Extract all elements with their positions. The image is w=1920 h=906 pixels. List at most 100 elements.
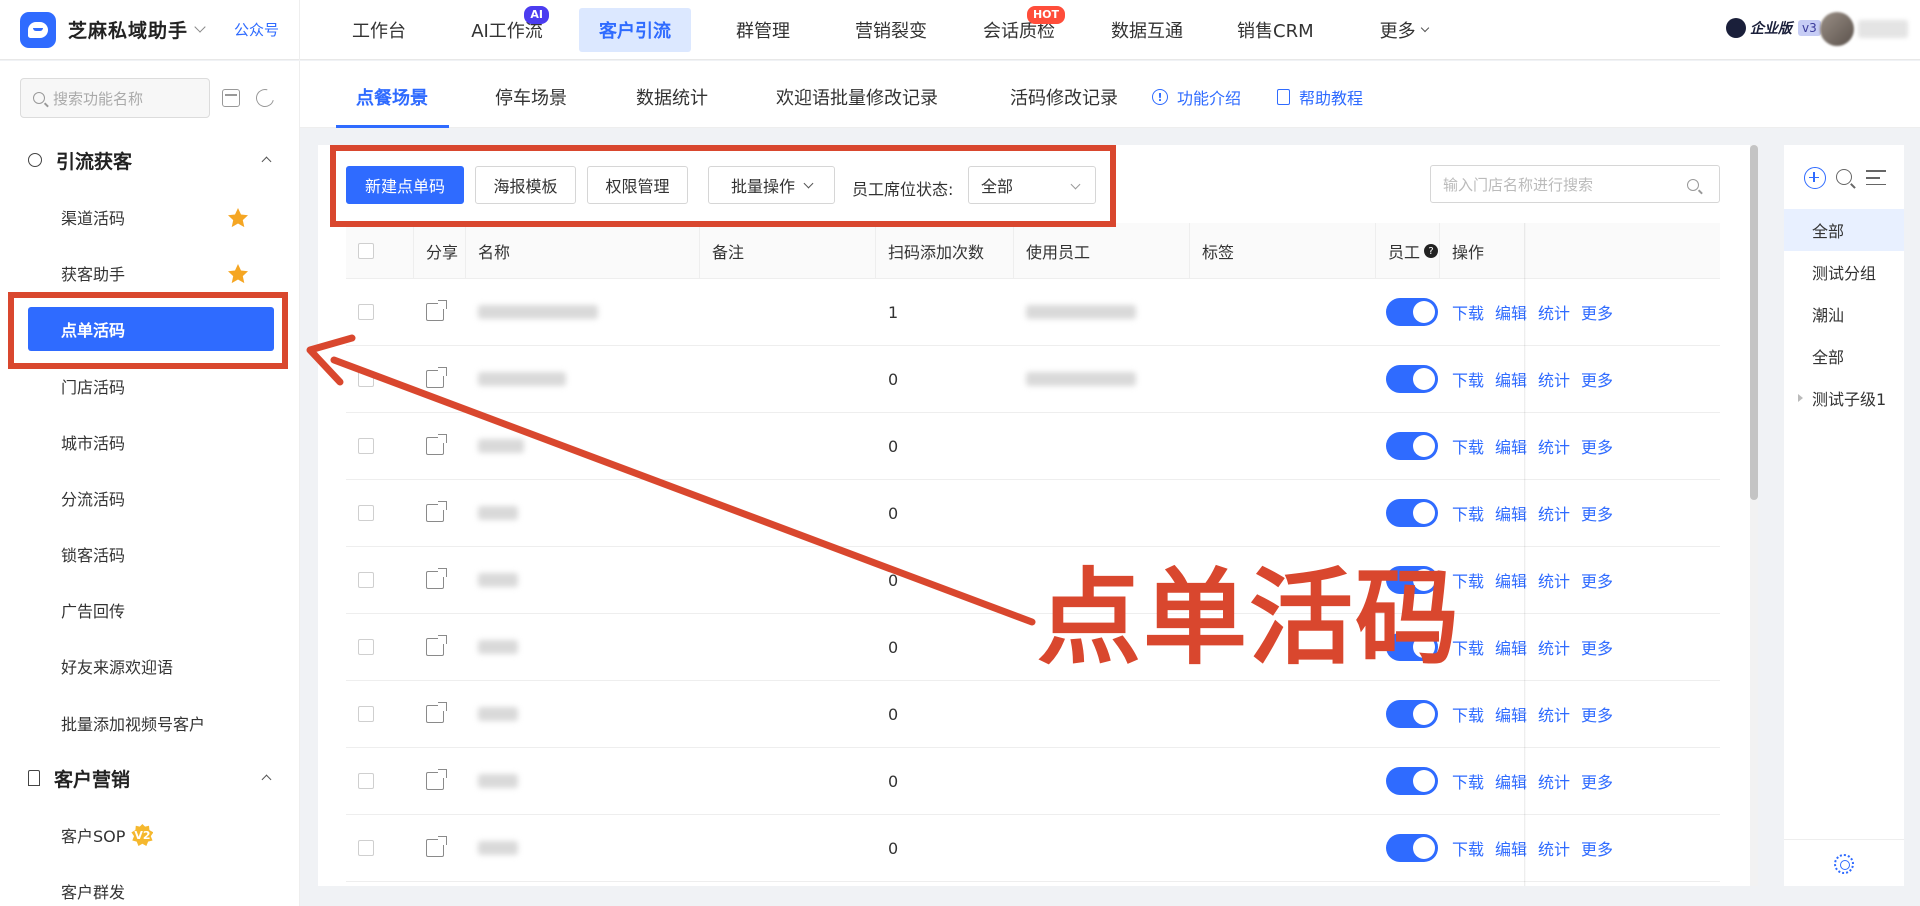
action-link-edit[interactable]: 编辑	[1495, 568, 1527, 592]
staff-toggle[interactable]	[1386, 365, 1438, 393]
action-link-download[interactable]: 下载	[1452, 501, 1484, 525]
group-item-test-child[interactable]: 测试子级1	[1784, 377, 1904, 419]
nav-ai-workflow[interactable]: AI工作流 AI	[451, 5, 563, 52]
action-link-edit[interactable]: 编辑	[1495, 300, 1527, 324]
help-icon[interactable]: ?	[1424, 244, 1439, 258]
group-item-all-2[interactable]: 全部	[1784, 335, 1904, 377]
action-link-download[interactable]: 下载	[1452, 836, 1484, 860]
nav-more[interactable]: 更多	[1348, 8, 1460, 52]
scrollbar-thumb[interactable]	[1750, 145, 1758, 500]
action-link-download[interactable]: 下载	[1452, 300, 1484, 324]
staff-toggle[interactable]	[1386, 700, 1438, 728]
star-icon[interactable]	[226, 262, 250, 286]
sidebar-item-customer-sop[interactable]: 客户SOP V2	[28, 813, 274, 857]
help-tutorial-link[interactable]: 帮助教程	[1277, 85, 1363, 109]
group-item-test[interactable]: 测试分组	[1784, 251, 1904, 293]
nav-sales-crm[interactable]: 销售CRM	[1219, 8, 1332, 52]
nav-workbench[interactable]: 工作台	[323, 8, 435, 52]
store-search-input[interactable]: 输入门店名称进行搜索	[1430, 165, 1720, 203]
sidebar-item-source-welcome[interactable]: 好友来源欢迎语	[28, 644, 274, 688]
share-icon[interactable]	[426, 501, 447, 522]
sidebar-item-split-qr[interactable]: 分流活码	[28, 476, 274, 520]
row-checkbox[interactable]	[358, 706, 374, 722]
row-checkbox[interactable]	[358, 304, 374, 320]
action-link-stats[interactable]: 统计	[1538, 836, 1570, 860]
action-link-stats[interactable]: 统计	[1538, 702, 1570, 726]
nav-marketing-fission[interactable]: 营销裂变	[835, 8, 947, 52]
sidebar-item-channel-qr[interactable]: 渠道活码	[28, 195, 274, 239]
share-icon[interactable]	[426, 635, 447, 656]
share-icon[interactable]	[426, 300, 447, 321]
action-link-edit[interactable]: 编辑	[1495, 367, 1527, 391]
row-checkbox[interactable]	[358, 505, 374, 521]
avatar[interactable]	[1820, 12, 1854, 46]
action-link-stats[interactable]: 统计	[1538, 501, 1570, 525]
action-link-stats[interactable]: 统计	[1538, 300, 1570, 324]
action-link-more[interactable]: 更多	[1581, 434, 1613, 458]
row-checkbox[interactable]	[358, 572, 374, 588]
tab-parking-scene[interactable]: 停车场景	[495, 84, 567, 110]
action-link-more[interactable]: 更多	[1581, 836, 1613, 860]
action-link-more[interactable]: 更多	[1581, 367, 1613, 391]
action-link-more[interactable]: 更多	[1581, 769, 1613, 793]
share-icon[interactable]	[426, 702, 447, 723]
action-link-download[interactable]: 下载	[1452, 769, 1484, 793]
action-link-stats[interactable]: 统计	[1538, 769, 1570, 793]
sidebar-item-batch-add-video[interactable]: 批量添加视频号客户	[28, 701, 274, 745]
public-account-link[interactable]: 公众号	[234, 19, 279, 40]
action-link-stats[interactable]: 统计	[1538, 568, 1570, 592]
group-item-chaoshan[interactable]: 潮汕	[1784, 293, 1904, 335]
sidebar-item-lock-qr[interactable]: 锁客活码	[28, 532, 274, 576]
staff-toggle[interactable]	[1386, 767, 1438, 795]
share-icon[interactable]	[426, 836, 447, 857]
group-item-all[interactable]: 全部	[1784, 209, 1904, 251]
action-link-edit[interactable]: 编辑	[1495, 769, 1527, 793]
action-link-edit[interactable]: 编辑	[1495, 702, 1527, 726]
action-link-more[interactable]: 更多	[1581, 702, 1613, 726]
action-link-stats[interactable]: 统计	[1538, 434, 1570, 458]
share-icon[interactable]	[426, 434, 447, 455]
staff-toggle[interactable]	[1386, 499, 1438, 527]
select-all-checkbox[interactable]	[358, 243, 374, 259]
action-link-more[interactable]: 更多	[1581, 300, 1613, 324]
action-link-download[interactable]: 下载	[1452, 367, 1484, 391]
card-icon[interactable]	[222, 89, 240, 107]
row-checkbox[interactable]	[358, 438, 374, 454]
search-icon[interactable]	[1687, 179, 1699, 191]
dark-mode-icon[interactable]	[252, 85, 278, 111]
nav-group-management[interactable]: 群管理	[707, 8, 819, 52]
action-link-more[interactable]: 更多	[1581, 568, 1613, 592]
gear-icon[interactable]	[1834, 854, 1854, 874]
sidebar-item-store-qr[interactable]: 门店活码	[28, 364, 274, 408]
action-link-more[interactable]: 更多	[1581, 635, 1613, 659]
nav-data-sync[interactable]: 数据互通	[1091, 8, 1203, 52]
sidebar-item-ad-callback[interactable]: 广告回传	[28, 588, 274, 632]
sidebar-item-city-qr[interactable]: 城市活码	[28, 420, 274, 464]
app-name[interactable]: 芝麻私域助手	[68, 16, 188, 43]
sidebar-item-acquisition-assistant[interactable]: 获客助手	[28, 251, 274, 295]
edition-badge[interactable]: 企业版 v3	[1726, 18, 1821, 38]
menu-icon[interactable]	[1866, 170, 1886, 190]
share-icon[interactable]	[426, 367, 447, 388]
chevron-down-icon[interactable]	[194, 21, 206, 33]
row-checkbox[interactable]	[358, 371, 374, 387]
add-group-icon[interactable]	[1804, 167, 1826, 189]
sidebar-item-customer-mass-send[interactable]: 客户群发	[28, 869, 274, 906]
row-checkbox[interactable]	[358, 639, 374, 655]
staff-toggle[interactable]	[1386, 298, 1438, 326]
row-checkbox[interactable]	[358, 840, 374, 856]
star-icon[interactable]	[226, 206, 250, 230]
nav-session-qc[interactable]: 会话质检 HOT	[963, 5, 1075, 52]
staff-toggle[interactable]	[1386, 432, 1438, 460]
search-icon[interactable]	[1836, 169, 1852, 185]
tab-welcome-batch-log[interactable]: 欢迎语批量修改记录	[776, 84, 938, 110]
staff-toggle[interactable]	[1386, 834, 1438, 862]
action-link-more[interactable]: 更多	[1581, 501, 1613, 525]
row-checkbox[interactable]	[358, 773, 374, 789]
nav-customer-acquisition[interactable]: 客户引流	[579, 7, 691, 52]
share-icon[interactable]	[426, 568, 447, 589]
action-link-edit[interactable]: 编辑	[1495, 501, 1527, 525]
action-link-download[interactable]: 下载	[1452, 434, 1484, 458]
sidebar-group-lead-acquisition[interactable]: 引流获客	[28, 146, 278, 174]
action-link-edit[interactable]: 编辑	[1495, 434, 1527, 458]
